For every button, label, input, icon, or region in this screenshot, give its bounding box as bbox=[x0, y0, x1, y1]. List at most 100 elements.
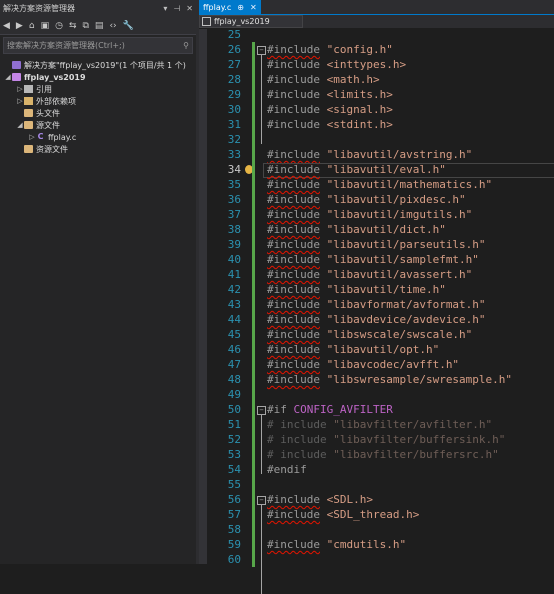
code-text: #include "libswresample/swresample.h" bbox=[267, 372, 512, 387]
code-text: #include "libavutil/mathematics.h" bbox=[267, 177, 492, 192]
solution-explorer-toolbar: ◀ ▶ ⌂ ▣ ◷ ⇆ ⧉ ▤ ‹› 🔧 bbox=[0, 17, 196, 35]
code-token: "libavcodec/avfft.h" bbox=[319, 358, 460, 371]
code-token: #include bbox=[267, 538, 320, 551]
tree-item[interactable]: 资源文件 bbox=[0, 143, 196, 155]
code-token: #include bbox=[267, 298, 320, 311]
show-all-files-icon[interactable]: ▤ bbox=[95, 21, 104, 31]
code-text: #include <limits.h> bbox=[267, 87, 393, 102]
tree-item[interactable]: 头文件 bbox=[0, 107, 196, 119]
line-number: 26 bbox=[227, 43, 241, 56]
tree-item[interactable]: ▷ Cffplay.c bbox=[0, 131, 196, 143]
code-editor[interactable]: 25 26− #include "config.h" 27 #include <intt… bbox=[199, 27, 554, 594]
code-text: #include <stdint.h> bbox=[267, 117, 393, 132]
expand-arrow-icon[interactable]: ▷ bbox=[28, 133, 36, 141]
folder-icon bbox=[24, 121, 33, 129]
editor-area: ffplay.c ⊕ ✕ ffplay_vs2019 25 26− #include… bbox=[199, 0, 554, 594]
code-token: "cmdutils.h" bbox=[319, 538, 407, 551]
expand-arrow-icon[interactable]: ▷ bbox=[16, 85, 24, 93]
code-token: #include bbox=[267, 313, 320, 326]
project-dropdown-label: ffplay_vs2019 bbox=[214, 17, 270, 26]
tab-label[interactable]: ffplay.c bbox=[203, 3, 231, 12]
code-token: #include bbox=[267, 328, 320, 341]
line-number: 39 bbox=[227, 238, 241, 251]
solution-explorer-title: 解决方案资源管理器 bbox=[3, 4, 75, 13]
code-token: #include bbox=[267, 373, 320, 386]
code-token: #include bbox=[267, 118, 320, 131]
code-token: #include bbox=[267, 193, 320, 206]
sln-icon bbox=[12, 61, 21, 69]
tree-item-label: 解决方案"ffplay_vs2019"(1 个项目/共 1 个) bbox=[24, 60, 186, 70]
search-placeholder[interactable]: 搜索解决方案资源管理器(Ctrl+;) bbox=[7, 40, 183, 51]
solution-explorer-search-box[interactable]: 搜索解决方案资源管理器(Ctrl+;) ⚲ bbox=[3, 37, 193, 54]
switch-views-icon[interactable]: ▣ bbox=[41, 21, 50, 31]
code-text: #include <math.h> bbox=[267, 72, 380, 87]
tree-item[interactable]: ◢ ffplay_vs2019 bbox=[0, 71, 196, 83]
expand-arrow-icon[interactable]: ◢ bbox=[16, 121, 24, 129]
code-text: # include "libavfilter/avfilter.h" bbox=[267, 417, 492, 432]
expand-arrow-icon[interactable]: ◢ bbox=[4, 73, 12, 81]
code-token: #include bbox=[267, 103, 320, 116]
line-number: 46 bbox=[227, 343, 241, 356]
code-token: "libavutil/samplefmt.h" bbox=[319, 253, 479, 266]
ref-icon bbox=[24, 85, 33, 93]
line-number: 47 bbox=[227, 358, 241, 371]
pin-tab-icon[interactable]: ⊕ bbox=[237, 3, 244, 12]
collapse-all-icon[interactable]: ⧉ bbox=[82, 21, 88, 31]
code-token: # include bbox=[267, 448, 327, 461]
tree-item[interactable]: ◢ 源文件 bbox=[0, 119, 196, 131]
tab-ffplay-c[interactable]: ffplay.c ⊕ ✕ bbox=[199, 0, 261, 14]
line-number: 28 bbox=[227, 73, 241, 86]
line-number: 57 bbox=[227, 508, 241, 521]
home-icon[interactable]: ⌂ bbox=[29, 21, 35, 31]
code-token: "libavfilter/buffersrc.h" bbox=[326, 448, 499, 461]
tree-item[interactable]: 解决方案"ffplay_vs2019"(1 个项目/共 1 个) bbox=[0, 59, 196, 71]
pending-changes-icon[interactable]: ◷ bbox=[55, 21, 63, 31]
properties-icon[interactable]: 🔧 bbox=[123, 21, 134, 31]
close-tab-icon[interactable]: ✕ bbox=[250, 3, 257, 12]
code-token: #include bbox=[267, 268, 320, 281]
line-number: 25 bbox=[227, 28, 241, 41]
folder-icon bbox=[24, 145, 33, 153]
code-text: # include "libavfilter/buffersrc.h" bbox=[267, 447, 499, 462]
code-token: #include bbox=[267, 148, 320, 161]
code-text: #include <inttypes.h> bbox=[267, 57, 406, 72]
tree-item-label: 资源文件 bbox=[36, 144, 68, 154]
line-number: 37 bbox=[227, 208, 241, 221]
document-tab-bar: ffplay.c ⊕ ✕ bbox=[199, 0, 554, 14]
line-number: 50 bbox=[227, 403, 241, 416]
code-text: #include "libavutil/samplefmt.h" bbox=[267, 252, 479, 267]
code-token: #include bbox=[267, 223, 320, 236]
window-position-dropdown-icon[interactable]: ▾ bbox=[163, 4, 167, 13]
code-text: #include "libavutil/parseutils.h" bbox=[267, 237, 486, 252]
code-token: # include bbox=[267, 433, 327, 446]
solution-tree: 解决方案"ffplay_vs2019"(1 个项目/共 1 个) ◢ ffplay_… bbox=[0, 56, 196, 155]
tree-item[interactable]: ▷ 外部依赖项 bbox=[0, 95, 196, 107]
search-icon[interactable]: ⚲ bbox=[183, 41, 189, 50]
close-panel-icon[interactable]: ✕ bbox=[186, 4, 193, 13]
code-token: "libavfilter/buffersink.h" bbox=[326, 433, 506, 446]
code-text: #include "libswscale/swscale.h" bbox=[267, 327, 472, 342]
tree-item[interactable]: ▷ 引用 bbox=[0, 83, 196, 95]
code-token: "libavutil/avstring.h" bbox=[319, 148, 473, 161]
line-number: 32 bbox=[227, 133, 241, 146]
forward-icon[interactable]: ▶ bbox=[16, 21, 23, 31]
code-token: "libavutil/eval.h" bbox=[319, 163, 446, 176]
expand-arrow-icon[interactable]: ▷ bbox=[16, 97, 24, 105]
back-icon[interactable]: ◀ bbox=[3, 21, 10, 31]
line-number: 27 bbox=[227, 58, 241, 71]
line-number: 33 bbox=[227, 148, 241, 161]
code-token: #if bbox=[267, 403, 287, 416]
line-number: 41 bbox=[227, 268, 241, 281]
code-text: #include "config.h" bbox=[267, 42, 393, 57]
auto-hide-pin-icon[interactable]: ⊣ bbox=[173, 4, 180, 13]
code-token: #include bbox=[267, 88, 320, 101]
panel-title-buttons: ▾ ⊣ ✕ bbox=[163, 4, 193, 13]
code-token: "libavdevice/avdevice.h" bbox=[319, 313, 486, 326]
view-code-icon[interactable]: ‹› bbox=[109, 21, 116, 31]
project-icon bbox=[202, 17, 211, 26]
code-token: #include bbox=[267, 163, 320, 176]
sync-icon[interactable]: ⇆ bbox=[69, 21, 77, 31]
tree-item-label: ffplay_vs2019 bbox=[24, 72, 86, 82]
code-line[interactable]: 25 bbox=[199, 27, 554, 42]
code-token: <SDL.h> bbox=[319, 493, 373, 506]
